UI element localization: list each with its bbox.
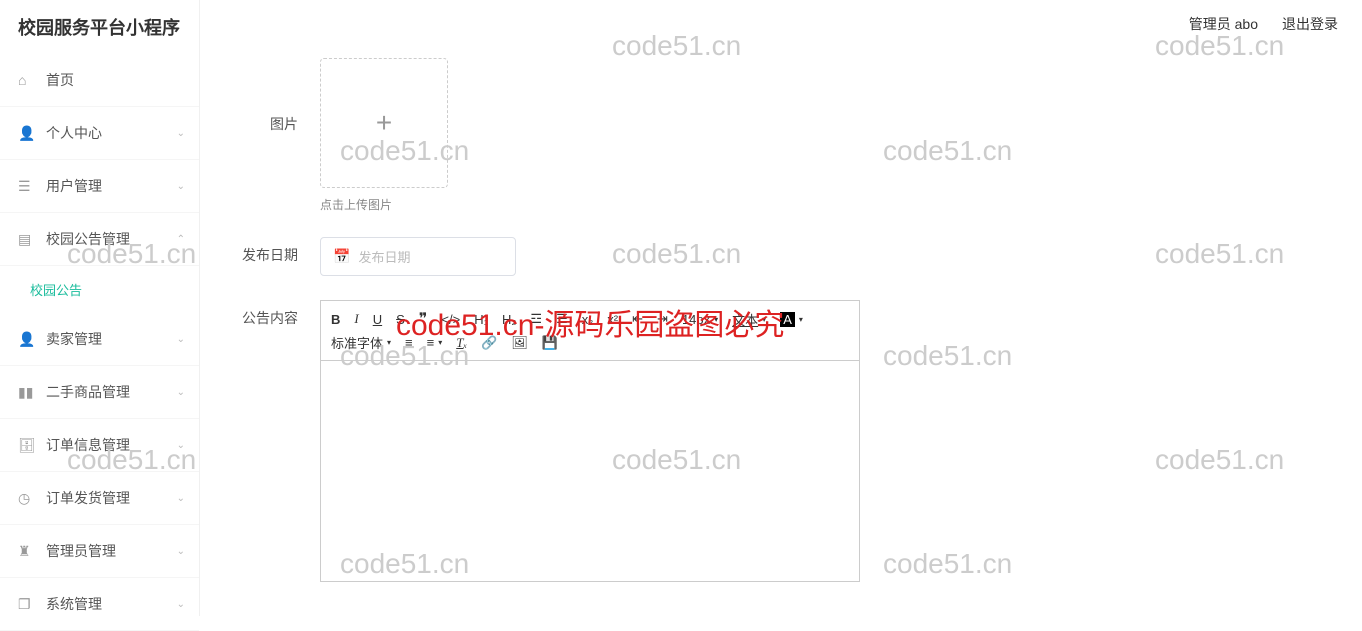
- clock-icon: ◷: [18, 490, 34, 507]
- user-icon: 👤: [18, 331, 34, 348]
- subscript-button[interactable]: x₂: [582, 312, 594, 327]
- h2-button[interactable]: H₂: [502, 312, 516, 327]
- sidebar-item-label: 首页: [46, 70, 74, 90]
- sidebar-item-goods[interactable]: ▮▮ 二手商品管理 ⌄: [0, 366, 199, 419]
- rich-editor: B I U S ❞ </> H₁ H₂ ☲ ☰ x₂ x² ⇤: [320, 300, 860, 582]
- upload-hint: 点击上传图片: [320, 196, 1332, 213]
- editor-toolbar: B I U S ❞ </> H₁ H₂ ☲ ☰ x₂ x² ⇤: [321, 301, 859, 361]
- admin-label[interactable]: 管理员 abo: [1189, 14, 1258, 34]
- admin-icon: ♜: [18, 543, 34, 560]
- list-icon: ☰: [18, 178, 34, 195]
- link-button[interactable]: 🔗: [481, 335, 497, 351]
- sidebar-item-label: 系统管理: [46, 594, 102, 614]
- chevron-down-icon: ⌄: [177, 546, 185, 557]
- bar-icon: ▮▮: [18, 384, 34, 401]
- superscript-button[interactable]: x²: [607, 312, 618, 327]
- chevron-down-icon: ⌄: [177, 181, 185, 192]
- sidebar-item-seller[interactable]: 👤 卖家管理 ⌄: [0, 313, 199, 366]
- sidebar-item-label: 管理员管理: [46, 541, 116, 561]
- chevron-down-icon: ⌄: [177, 387, 185, 398]
- underline-button[interactable]: U: [373, 312, 382, 327]
- clear-format-button[interactable]: Tₓ: [456, 335, 467, 351]
- chevron-down-icon: ⌄: [177, 334, 185, 345]
- user-icon: 👤: [18, 125, 34, 142]
- h1-button[interactable]: H₁: [474, 312, 488, 327]
- bold-button[interactable]: B: [331, 312, 340, 327]
- briefcase-icon: 🗄: [18, 437, 34, 454]
- chevron-down-icon: ⌄: [177, 599, 185, 610]
- sidebar-subitem-label: 校园公告: [30, 283, 82, 298]
- app-title: 校园服务平台小程序: [0, 0, 199, 54]
- copy-icon: ❐: [18, 596, 34, 613]
- chevron-down-icon: ⌄: [177, 440, 185, 451]
- font-size-select[interactable]: 14px▾: [682, 312, 718, 327]
- sidebar-item-label: 二手商品管理: [46, 382, 130, 402]
- italic-button[interactable]: I: [354, 311, 358, 327]
- ordered-list-button[interactable]: ☲: [530, 311, 542, 327]
- sidebar-item-home[interactable]: ⌂ 首页: [0, 54, 199, 107]
- sidebar-item-label: 校园公告管理: [46, 229, 130, 249]
- sidebar-subitem-announcement[interactable]: 校园公告: [0, 266, 199, 313]
- align-select[interactable]: ≡▾: [427, 335, 443, 350]
- save-button[interactable]: 💾: [542, 335, 558, 351]
- text-bg-select[interactable]: A▾: [780, 312, 803, 327]
- sidebar-item-profile[interactable]: 👤 个人中心 ⌄: [0, 107, 199, 160]
- code-button[interactable]: </>: [441, 312, 460, 327]
- sidebar-item-label: 订单信息管理: [46, 435, 130, 455]
- indent-button[interactable]: ⇥: [657, 311, 668, 327]
- date-input[interactable]: 📅 发布日期: [320, 237, 516, 276]
- sidebar-item-announcement[interactable]: ▤ 校园公告管理 ⌃: [0, 213, 199, 266]
- chevron-up-icon: ⌃: [177, 234, 185, 245]
- font-color-select[interactable]: 文本▾: [732, 310, 766, 329]
- sidebar-item-admin[interactable]: ♜ 管理员管理 ⌄: [0, 525, 199, 578]
- sidebar-item-system[interactable]: ❐ 系统管理 ⌄: [0, 578, 199, 631]
- sidebar-menu: ⌂ 首页 👤 个人中心 ⌄ ☰ 用户管理 ⌄ ▤ 校园公告管理 ⌃ 校园公告: [0, 54, 199, 631]
- line-height-button[interactable]: ≡: [405, 335, 413, 350]
- chevron-down-icon: ⌄: [177, 493, 185, 504]
- main-content: 管理员 abo 退出登录 图片 + 点击上传图片 发布日期 📅 发布日期: [200, 0, 1362, 616]
- unordered-list-button[interactable]: ☰: [556, 311, 568, 327]
- content-label: 公告内容: [230, 300, 298, 328]
- outdent-button[interactable]: ⇤: [632, 311, 643, 327]
- insert-image-button[interactable]: 🖼: [511, 335, 528, 351]
- calendar-icon: 📅: [333, 248, 350, 265]
- topbar: 管理员 abo 退出登录: [200, 0, 1362, 48]
- sidebar-item-label: 个人中心: [46, 123, 102, 143]
- strike-button[interactable]: S: [396, 312, 405, 327]
- image-label: 图片: [230, 58, 298, 134]
- document-icon: ▤: [18, 231, 34, 248]
- quote-button[interactable]: ❞: [419, 309, 428, 329]
- logout-link[interactable]: 退出登录: [1282, 14, 1338, 34]
- sidebar-item-label: 卖家管理: [46, 329, 102, 349]
- editor-content[interactable]: [321, 361, 859, 581]
- home-icon: ⌂: [18, 72, 34, 88]
- date-placeholder: 发布日期: [358, 247, 410, 266]
- sidebar-item-label: 订单发货管理: [46, 488, 130, 508]
- sidebar-item-shipping[interactable]: ◷ 订单发货管理 ⌄: [0, 472, 199, 525]
- sidebar: 校园服务平台小程序 ⌂ 首页 👤 个人中心 ⌄ ☰ 用户管理 ⌄ ▤ 校园公告管…: [0, 0, 200, 616]
- sidebar-item-orders[interactable]: 🗄 订单信息管理 ⌄: [0, 419, 199, 472]
- sidebar-item-label: 用户管理: [46, 176, 102, 196]
- date-label: 发布日期: [230, 237, 298, 265]
- plus-icon: +: [376, 107, 392, 139]
- sidebar-item-users[interactable]: ☰ 用户管理 ⌄: [0, 160, 199, 213]
- chevron-down-icon: ⌄: [177, 128, 185, 139]
- image-upload[interactable]: +: [320, 58, 448, 188]
- font-family-select[interactable]: 标准字体▾: [331, 333, 391, 352]
